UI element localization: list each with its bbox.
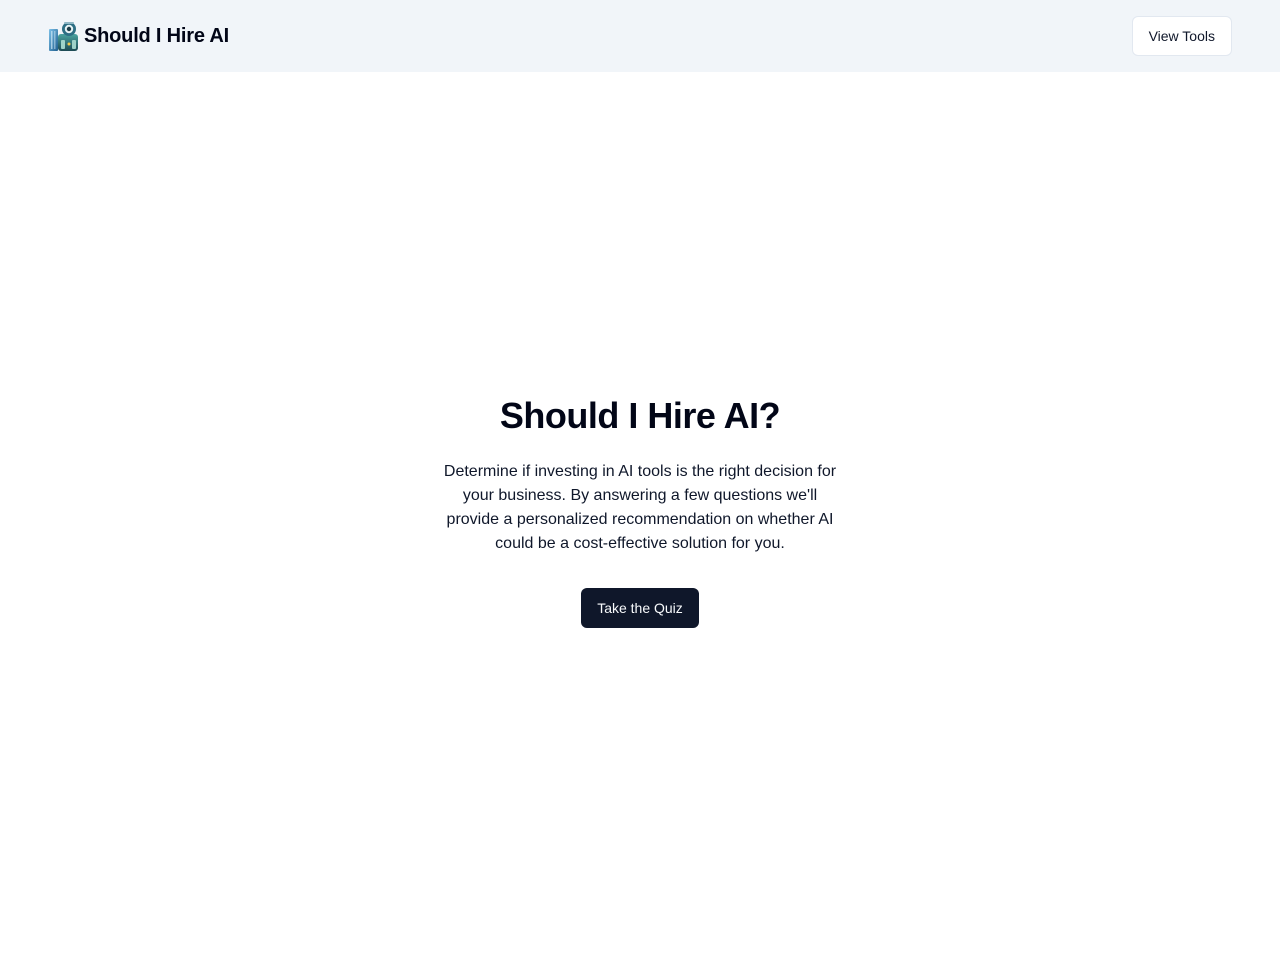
take-quiz-button[interactable]: Take the Quiz	[581, 588, 699, 628]
hero-description: Determine if investing in AI tools is th…	[443, 463, 837, 552]
brand-link[interactable]: Should I Hire AI	[48, 20, 229, 52]
page-title: Should I Hire AI?	[499, 395, 781, 436]
hero-section: Should I Hire AI? Determine if investing…	[0, 72, 1280, 960]
site-header: Should I Hire AI View Tools	[0, 0, 1280, 72]
view-tools-button[interactable]: View Tools	[1131, 16, 1232, 56]
brand-name: Should I Hire AI	[84, 24, 229, 47]
robot-logo-icon	[49, 22, 78, 51]
